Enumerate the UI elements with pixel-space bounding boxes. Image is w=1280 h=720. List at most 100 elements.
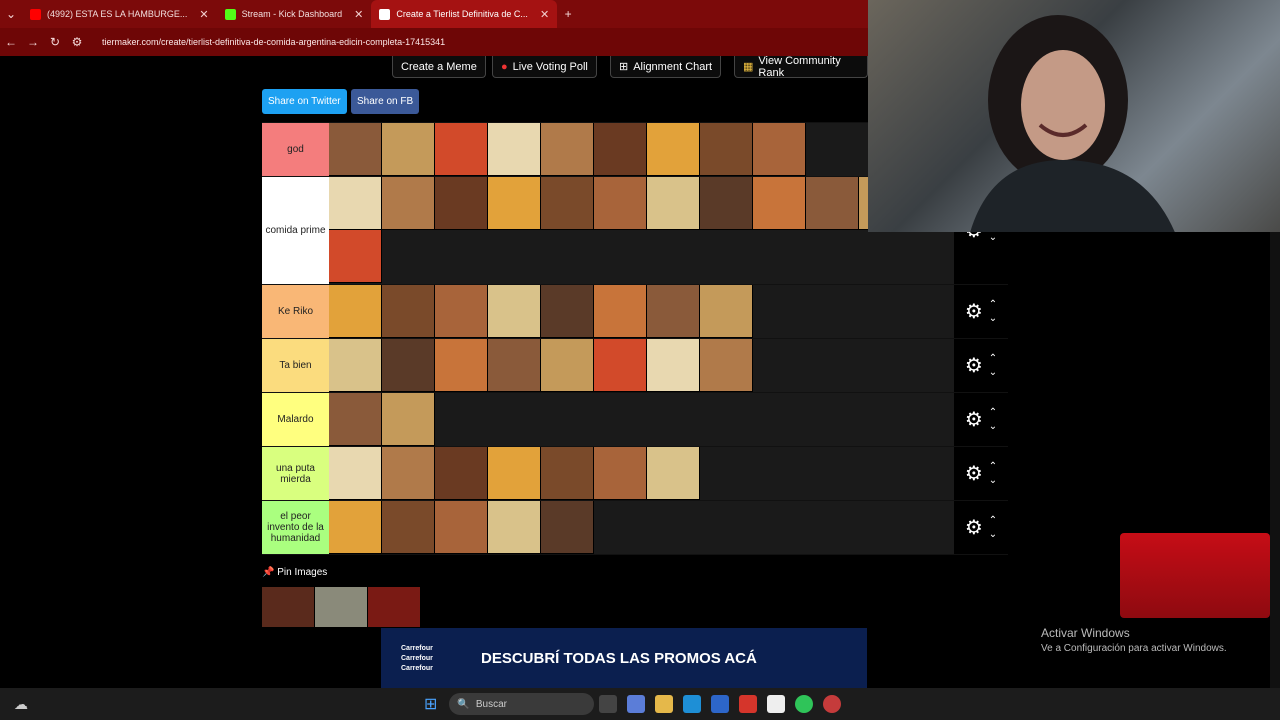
food-image[interactable] <box>700 339 753 392</box>
food-image[interactable] <box>541 123 594 176</box>
food-image[interactable] <box>329 123 382 176</box>
gear-icon[interactable]: ⚙ <box>965 407 983 432</box>
food-image[interactable] <box>594 447 647 500</box>
tier-label[interactable]: comida prime <box>262 177 329 284</box>
food-image[interactable] <box>382 447 435 500</box>
food-image[interactable] <box>435 123 488 176</box>
file-explorer-icon[interactable] <box>655 695 674 713</box>
task-view-icon[interactable] <box>599 695 618 713</box>
food-image[interactable] <box>488 339 541 392</box>
food-image[interactable] <box>541 285 594 338</box>
tier-label[interactable]: Ke Riko <box>262 285 329 338</box>
tab-kick[interactable]: Stream - Kick Dashboard ✕ <box>217 0 372 28</box>
edge-icon[interactable] <box>683 695 702 713</box>
food-image[interactable] <box>488 123 541 176</box>
store-icon[interactable] <box>711 695 730 713</box>
copilot-icon[interactable] <box>627 695 646 713</box>
food-image[interactable] <box>488 177 541 230</box>
food-image[interactable] <box>435 447 488 500</box>
food-image[interactable] <box>382 285 435 338</box>
share-twitter-button[interactable]: Share on Twitter <box>262 89 347 114</box>
move-up-icon[interactable]: ⌃ <box>989 352 997 366</box>
tier-items[interactable] <box>329 393 954 446</box>
tier-items[interactable] <box>329 501 954 554</box>
tier-items[interactable] <box>329 447 954 500</box>
move-down-icon[interactable]: ⌄ <box>989 474 997 488</box>
food-image[interactable] <box>806 177 859 230</box>
move-up-icon[interactable]: ⌃ <box>989 460 997 474</box>
whatsapp-icon[interactable] <box>795 695 814 713</box>
tab-menu-icon[interactable]: ⌄ <box>0 7 22 21</box>
food-image[interactable] <box>594 177 647 230</box>
create-meme-button[interactable]: Create a Meme <box>392 56 486 78</box>
food-image[interactable] <box>700 285 753 338</box>
food-image[interactable] <box>329 177 382 230</box>
gear-icon[interactable]: ⚙ <box>965 299 983 324</box>
food-image[interactable] <box>594 123 647 176</box>
pin-images-label[interactable]: 📌 Pin Images <box>262 567 327 578</box>
tier-label[interactable]: god <box>262 123 329 176</box>
food-image[interactable] <box>329 447 382 500</box>
food-image[interactable] <box>382 123 435 176</box>
move-down-icon[interactable]: ⌄ <box>989 420 997 434</box>
gear-icon[interactable]: ⚙ <box>965 353 983 378</box>
alignment-chart-button[interactable]: ⊞ Alignment Chart <box>610 56 722 78</box>
food-image[interactable] <box>382 501 435 554</box>
food-image[interactable] <box>541 339 594 392</box>
food-image[interactable] <box>594 339 647 392</box>
chrome-icon[interactable] <box>739 695 758 713</box>
food-image[interactable] <box>435 501 488 554</box>
tab-tiermaker[interactable]: Create a Tierlist Definitiva de C... ✕ <box>371 0 558 28</box>
food-image[interactable] <box>541 447 594 500</box>
tier-label[interactable]: el peor invento de la humanidad <box>262 501 329 554</box>
forward-icon[interactable]: → <box>22 35 44 49</box>
move-up-icon[interactable]: ⌃ <box>989 298 997 312</box>
move-down-icon[interactable]: ⌄ <box>989 231 997 245</box>
widgets-icon[interactable]: ☁ <box>14 696 28 713</box>
food-image[interactable] <box>647 123 700 176</box>
food-image[interactable] <box>753 123 806 176</box>
gear-icon[interactable]: ⚙ <box>965 461 983 486</box>
url-field[interactable]: tiermaker.com/create/tierlist-definitiva… <box>102 37 445 47</box>
food-image[interactable] <box>594 285 647 338</box>
food-image[interactable] <box>382 339 435 392</box>
community-rank-button[interactable]: ▦ View Community Rank <box>734 55 868 79</box>
food-image[interactable] <box>382 393 435 446</box>
move-down-icon[interactable]: ⌄ <box>989 312 997 326</box>
tab-youtube[interactable]: (4992) ESTA ES LA HAMBURGE... ✕ <box>22 0 217 28</box>
gear-icon[interactable]: ⚙ <box>965 515 983 540</box>
food-image[interactable] <box>488 501 541 554</box>
pinned-image[interactable] <box>368 587 421 628</box>
tier-label[interactable]: Ta bien <box>262 339 329 392</box>
move-up-icon[interactable]: ⌃ <box>989 406 997 420</box>
taskbar-search[interactable]: 🔍 Buscar <box>449 693 595 715</box>
food-image[interactable] <box>329 501 382 554</box>
food-image[interactable] <box>647 285 700 338</box>
new-tab-icon[interactable]: + <box>557 7 579 21</box>
food-image[interactable] <box>647 177 700 230</box>
live-voting-button[interactable]: ● Live Voting Poll <box>492 56 597 78</box>
food-image[interactable] <box>329 285 382 338</box>
tier-label[interactable]: Malardo <box>262 393 329 446</box>
move-up-icon[interactable]: ⌃ <box>989 514 997 528</box>
food-image[interactable] <box>488 447 541 500</box>
food-image[interactable] <box>647 339 700 392</box>
move-down-icon[interactable]: ⌄ <box>989 528 997 542</box>
page-scrollbar[interactable] <box>1270 232 1280 688</box>
food-image[interactable] <box>700 123 753 176</box>
food-image[interactable] <box>541 501 594 554</box>
document-icon[interactable] <box>767 695 786 713</box>
carrefour-banner-ad[interactable]: Carrefour Carrefour Carrefour DESCUBRÍ TOD… <box>381 628 867 688</box>
back-icon[interactable]: ← <box>0 35 22 49</box>
food-image[interactable] <box>700 177 753 230</box>
food-image[interactable] <box>329 393 382 446</box>
close-icon[interactable]: ✕ <box>354 8 363 21</box>
tier-items[interactable] <box>329 123 954 176</box>
share-fb-button[interactable]: Share on FB <box>351 89 420 114</box>
pinned-image[interactable] <box>262 587 315 628</box>
food-image[interactable] <box>435 339 488 392</box>
reload-icon[interactable]: ↻ <box>44 35 66 49</box>
food-image[interactable] <box>647 447 700 500</box>
food-image[interactable] <box>329 230 382 283</box>
start-icon[interactable]: ⊞ <box>424 694 437 714</box>
